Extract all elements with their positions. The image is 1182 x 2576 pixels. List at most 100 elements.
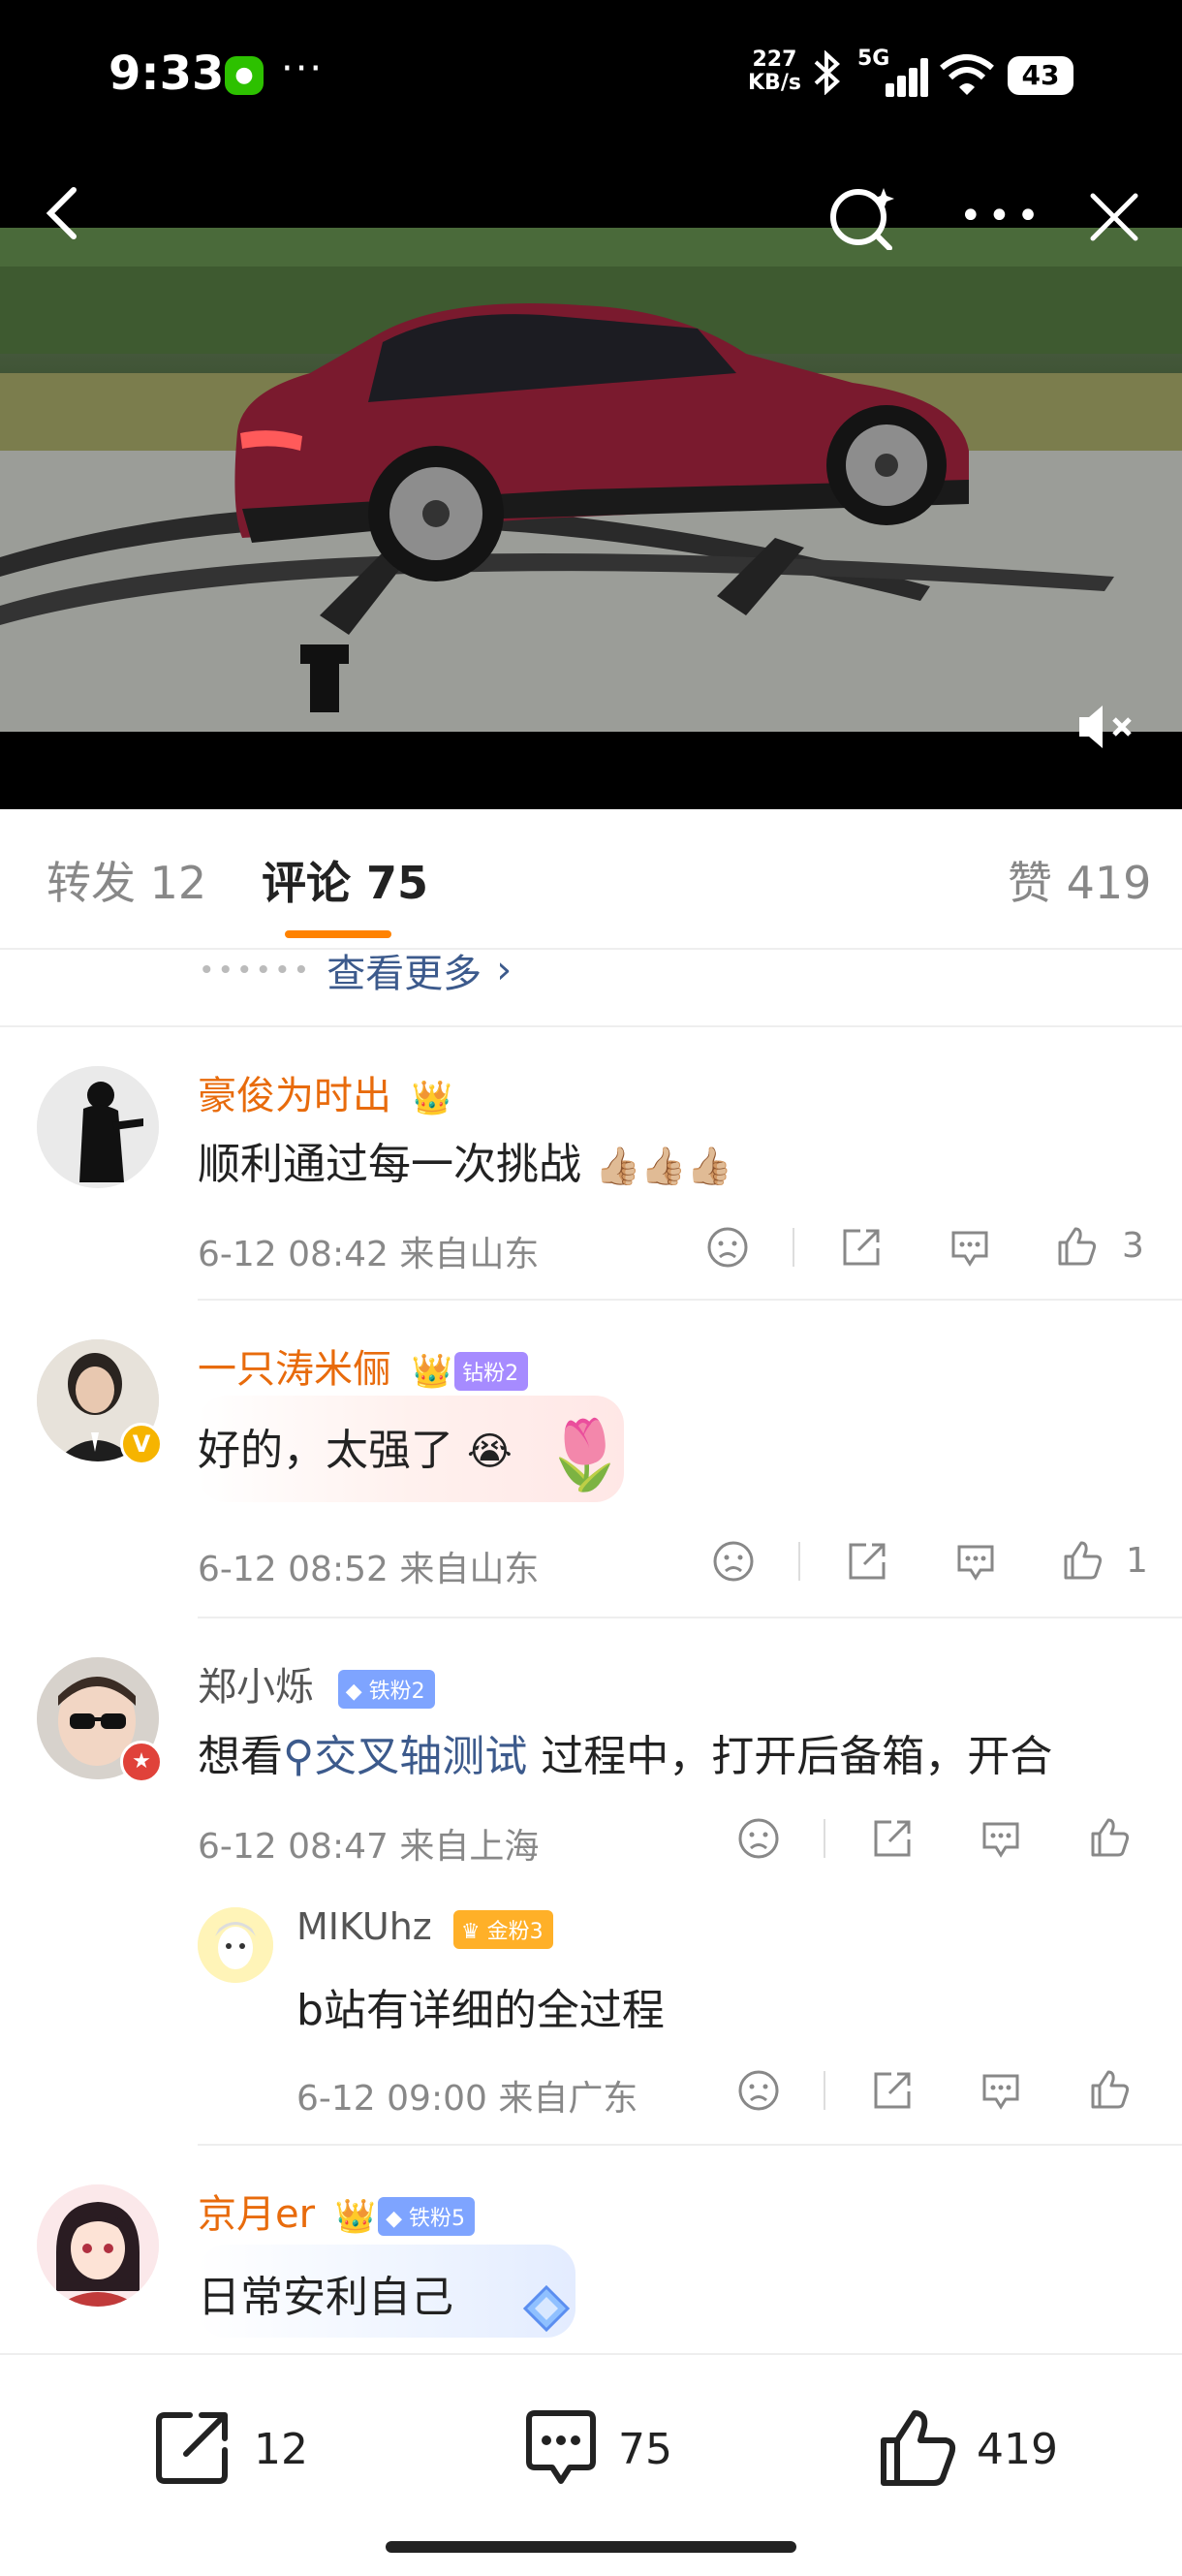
comment-body: 好的，太强了 [198, 1426, 453, 1475]
tab-comment[interactable]: 评论 75 [262, 848, 428, 912]
username-text: 郑小烁 [198, 1665, 314, 1710]
comment-text: 顺利通过每一次挑战 👍🏼👍🏼👍🏼 [198, 1129, 732, 1191]
wifi-icon [938, 50, 996, 99]
crown-icon: 👑 [411, 1079, 453, 1117]
chevron-right-icon: › [496, 948, 513, 992]
comment-icon[interactable] [519, 2405, 607, 2493]
emoji-thumbs-up-icon: 👍🏼👍🏼👍🏼 [595, 1145, 732, 1187]
crown-icon: 👑 [334, 2197, 377, 2236]
battery-icon: 43 [1008, 56, 1073, 95]
close-icon[interactable] [1087, 190, 1141, 244]
verified-badge-icon: V [120, 1423, 163, 1465]
fan-badge-text: 铁粉2 [368, 1680, 425, 1704]
share-icon[interactable] [870, 2068, 915, 2113]
fan-badge: 钻粉2 [454, 1352, 529, 1391]
back-icon[interactable] [39, 184, 87, 242]
divider [824, 1819, 825, 1858]
divider [198, 1299, 1182, 1301]
video-player[interactable] [0, 228, 1182, 732]
like-icon[interactable] [1087, 1814, 1132, 1859]
comment-username[interactable]: 一只涛米俪 👑 钻粉2 [198, 1337, 529, 1394]
reply-avatar[interactable] [198, 1907, 273, 1983]
like-icon[interactable] [876, 2405, 963, 2493]
share-icon[interactable] [870, 1816, 915, 1861]
view-more-link[interactable]: 查看更多 [327, 952, 482, 996]
diamond-sticker-icon [521, 2283, 572, 2334]
battery-level: 43 [1021, 59, 1060, 91]
more-icon[interactable]: ••• [959, 194, 1045, 238]
tab-like[interactable]: 赞 419 [1008, 848, 1151, 912]
signal-icon [872, 56, 928, 97]
divider [793, 1228, 794, 1267]
comment-body-rest: 过程中，打开后备箱，开合 [527, 1732, 1053, 1781]
like-icon[interactable] [1060, 1537, 1104, 1582]
username-text: 一只涛米俪 [198, 1347, 391, 1392]
reply-icon[interactable] [953, 1539, 998, 1584]
like-count: 1 [1126, 1541, 1148, 1581]
video-frame [0, 228, 1182, 732]
reply-icon[interactable] [979, 1816, 1023, 1861]
comment-count[interactable]: 75 [618, 2425, 672, 2474]
search-topic-icon: ⚲ [283, 1732, 315, 1781]
like-icon[interactable] [1087, 2066, 1132, 2111]
comment-text: 想看⚲交叉轴测试 过程中，打开后备箱，开合 [198, 1721, 1052, 1783]
topic-link[interactable]: ⚲交叉轴测试 [283, 1732, 527, 1781]
comment-meta: 6-12 08:52 来自山东 [198, 1550, 540, 1589]
divider [198, 1617, 1182, 1618]
reply-username[interactable]: MIKUhz ♛ 金粉3 [296, 1905, 553, 1949]
comment-username[interactable]: 京月er 👑 ◆ 铁粉5 [198, 2183, 476, 2239]
mute-icon[interactable] [1075, 698, 1143, 756]
username-text: 京月er [198, 2192, 316, 2237]
tulip-sticker-icon: 🌷 [543, 1415, 628, 1494]
comment-text: 日常安利自己 [198, 2273, 453, 2322]
fan-badge-text: 铁粉5 [409, 2207, 466, 2231]
reply-icon[interactable] [948, 1225, 992, 1270]
dislike-icon[interactable] [711, 1539, 756, 1584]
star-badge-icon: ★ [120, 1741, 163, 1783]
avatar[interactable] [37, 2184, 159, 2307]
ellipsis-icon: •••••• [199, 954, 313, 987]
share-icon[interactable] [845, 1539, 889, 1584]
net-speed-value: 227 [752, 47, 797, 72]
view-more[interactable]: •••••• 查看更多 › [199, 942, 512, 998]
crown-icon: 👑 [411, 1352, 453, 1391]
fan-badge: ♛ 金粉3 [452, 1909, 553, 1949]
status-time: 9:33 [109, 47, 225, 101]
reply-icon[interactable] [979, 2068, 1023, 2113]
fan-badge-text: 金粉3 [486, 1919, 544, 1944]
like-icon[interactable] [1054, 1223, 1099, 1268]
dislike-icon[interactable] [705, 1225, 750, 1270]
avatar[interactable] [37, 1066, 159, 1188]
tab-repost[interactable]: 转发 12 [47, 848, 206, 912]
comment-username[interactable]: 豪俊为时出 👑 [198, 1064, 452, 1120]
comment-text: 好的，太强了 😭 [198, 1415, 513, 1477]
repost-icon[interactable] [151, 2405, 238, 2493]
reply-meta: 6-12 09:00 来自广东 [296, 2079, 638, 2119]
divider [0, 1025, 1182, 1027]
fan-badge: ◆ 铁粉2 [337, 1670, 435, 1709]
comment-username[interactable]: 郑小烁 ◆ 铁粉2 [198, 1655, 435, 1712]
repost-count[interactable]: 12 [254, 2425, 308, 2474]
comment-meta: 6-12 08:47 来自上海 [198, 1827, 540, 1867]
divider [198, 2144, 1182, 2146]
comment-meta: 6-12 08:42 来自山东 [198, 1235, 540, 1274]
dislike-icon[interactable] [736, 2068, 781, 2113]
topic-text: 交叉轴测试 [314, 1732, 528, 1781]
divider [824, 2071, 825, 2110]
share-icon[interactable] [839, 1225, 884, 1270]
home-indicator[interactable] [386, 2541, 796, 2553]
like-count: 3 [1122, 1226, 1144, 1266]
net-speed-unit: KB/s [748, 71, 801, 95]
wechat-icon: ● [225, 56, 264, 95]
username-text: 豪俊为时出 [198, 1074, 391, 1118]
divider [0, 948, 1182, 950]
dislike-icon[interactable] [736, 1816, 781, 1861]
comment-body: 想看 [198, 1732, 283, 1781]
search-icon[interactable] [824, 182, 901, 251]
fan-badge: ◆ 铁粉5 [378, 2197, 476, 2236]
username-text: MIKUhz [296, 1905, 432, 1948]
like-count[interactable]: 419 [977, 2425, 1058, 2474]
comment-body: 顺利通过每一次挑战 [198, 1140, 581, 1189]
bluetooth-icon [812, 49, 841, 106]
active-tab-indicator [285, 930, 391, 938]
